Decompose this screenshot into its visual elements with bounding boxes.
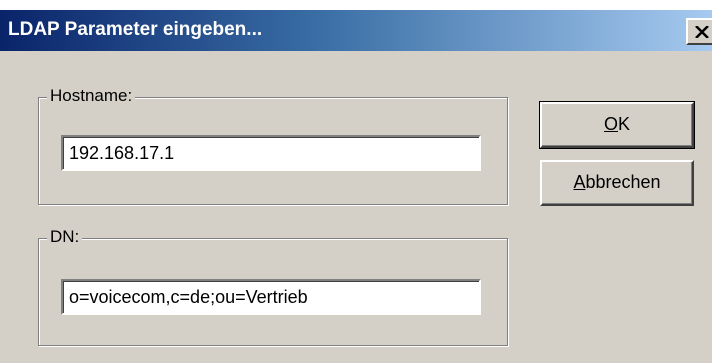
cancel-mnemonic: A [573,172,586,192]
ok-mnemonic: O [603,114,618,134]
close-button[interactable] [686,18,712,45]
dn-label: DN: [47,227,83,247]
ok-label-rest: K [618,114,631,134]
hostname-group: Hostname: [38,86,508,205]
dialog-title: LDAP Parameter eingeben... [8,19,263,40]
title-bar: LDAP Parameter eingeben... [0,10,712,51]
dn-group: DN: [38,227,508,346]
hostname-label: Hostname: [47,86,136,106]
cancel-label-rest: bbrechen [585,172,661,192]
cancel-button[interactable]: Abbrechen [540,160,694,206]
close-icon [695,26,709,38]
hostname-input[interactable] [61,135,481,171]
ok-button[interactable]: OK [539,101,695,149]
ldap-dialog: LDAP Parameter eingeben... Hostname: DN:… [0,10,712,363]
dn-input[interactable] [61,279,481,315]
